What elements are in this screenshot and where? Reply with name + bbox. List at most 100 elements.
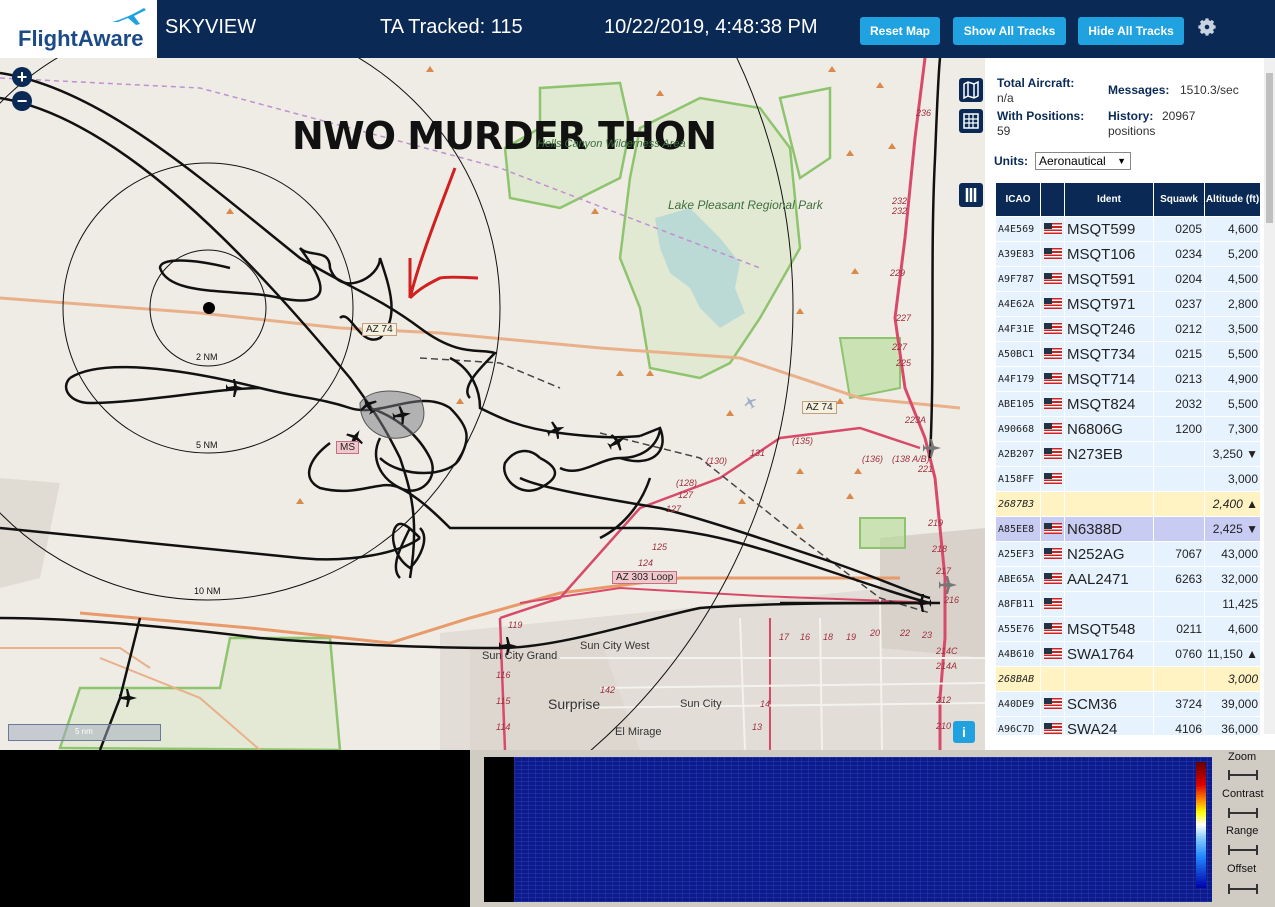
icao-cell: A4B610 (996, 642, 1040, 666)
zoom-in-icon[interactable]: + (12, 67, 32, 87)
altitude-value: 4,600 (1227, 222, 1258, 236)
us-flag-icon (1043, 623, 1062, 635)
table-row[interactable]: A9F787 MSQT591 0204 4,500 (996, 267, 1260, 291)
table-row[interactable]: A90668 N6806G 1200 7,300 (996, 417, 1260, 441)
col-flag[interactable] (1041, 183, 1064, 216)
place-sun-city-west: Sun City West (580, 640, 650, 652)
road-number: (128) (676, 478, 698, 488)
road-number: 217 (936, 566, 952, 576)
icao-cell: A50BC1 (996, 342, 1040, 366)
altitude-value: 4,500 (1227, 272, 1258, 286)
gear-icon[interactable] (1196, 16, 1218, 38)
info-icon[interactable]: i (953, 721, 975, 743)
ident-cell: SCM36 (1065, 692, 1153, 716)
squawk-cell: 1200 (1154, 417, 1204, 441)
user-annotation: NWO MURDER THON (292, 114, 717, 158)
squawk-cell: 4106 (1154, 717, 1204, 735)
col-altitude[interactable]: Altitude (ft) (1205, 183, 1260, 216)
flag-cell (1041, 492, 1064, 516)
contrast-slider[interactable] (1228, 808, 1258, 818)
ident-cell: MSQT824 (1065, 392, 1153, 416)
flag-cell (1041, 442, 1064, 466)
columns-icon[interactable] (959, 183, 983, 207)
table-row[interactable]: A96C7D SWA24 4106 36,000 (996, 717, 1260, 735)
altitude-value: 3,000 (1227, 672, 1258, 686)
icao-cell: A2B207 (996, 442, 1040, 466)
table-row[interactable]: A85EE8 N6388D 2,425 ▼ (996, 517, 1260, 541)
icao-cell: A85EE8 (996, 517, 1040, 541)
offset-slider[interactable] (1228, 884, 1258, 894)
us-flag-icon (1043, 473, 1062, 485)
road-number: 221 (918, 464, 934, 474)
altitude-trend-icon: ▼ (1246, 447, 1258, 461)
zoom-slider[interactable] (1228, 770, 1258, 780)
ident-cell (1065, 592, 1153, 616)
table-row[interactable]: ABE65A AAL2471 6263 32,000 (996, 567, 1260, 591)
table-row[interactable]: A40DE9 SCM36 3724 39,000 (996, 692, 1260, 716)
ident-cell: MSQT591 (1065, 267, 1153, 291)
table-row[interactable]: A25EF3 N252AG 7067 43,000 (996, 542, 1260, 566)
col-ident[interactable]: Ident (1065, 183, 1153, 216)
col-squawk[interactable]: Squawk (1154, 183, 1204, 216)
altitude-trend-icon: ▲ (1246, 497, 1258, 511)
place-hells-canyon: Hells Canyon Wilderness Area (537, 138, 686, 150)
place-lake-pleasant: Lake Pleasant Regional Park (668, 198, 823, 212)
ident-cell: MSQT106 (1065, 242, 1153, 266)
squawk-cell: 0204 (1154, 267, 1204, 291)
altitude-trend-icon: ▼ (1246, 522, 1258, 536)
altitude-cell: 3,500 (1205, 317, 1260, 341)
flag-cell (1041, 417, 1064, 441)
altitude-cell: 4,600 (1205, 217, 1260, 241)
road-number: 227 (896, 313, 912, 323)
road-number: (135) (792, 436, 814, 446)
squawk-cell (1154, 467, 1204, 491)
flag-cell (1041, 342, 1064, 366)
us-flag-icon (1043, 298, 1062, 310)
table-row[interactable]: ABE105 MSQT824 2032 5,500 (996, 392, 1260, 416)
messages-value: 1510.3/sec (1180, 83, 1239, 97)
altitude-cell: 43,000 (1205, 542, 1260, 566)
icao-cell: A96C7D (996, 717, 1040, 735)
flag-cell (1041, 367, 1064, 391)
ident-cell: SWA24 (1065, 717, 1153, 735)
table-row[interactable]: A4F179 MSQT714 0213 4,900 (996, 367, 1260, 391)
table-row[interactable]: 2687B3 2,400 ▲ (996, 492, 1260, 516)
map-view[interactable]: NWO MURDER THON Hells Canyon Wilderness … (0, 58, 985, 750)
table-row[interactable]: A55E76 MSQT548 0211 4,600 (996, 617, 1260, 641)
flightaware-logo[interactable]: FlightAware (0, 0, 160, 58)
table-row[interactable]: A4E62A MSQT971 0237 2,800 (996, 292, 1260, 316)
squawk-cell: 2032 (1154, 392, 1204, 416)
waterfall-display[interactable] (484, 757, 1212, 902)
map-canvas[interactable] (0, 58, 985, 750)
icao-cell: A158FF (996, 467, 1040, 491)
us-flag-icon (1043, 348, 1062, 360)
table-row[interactable]: A158FF 3,000 (996, 467, 1260, 491)
table-row[interactable]: A4E569 MSQT599 0205 4,600 (996, 217, 1260, 241)
altitude-value: 2,800 (1227, 297, 1258, 311)
hide-all-tracks-button[interactable]: Hide All Tracks (1078, 17, 1184, 45)
grid-icon[interactable] (959, 109, 983, 133)
scrollbar-thumb[interactable] (1266, 73, 1273, 223)
road-number: 232 (892, 206, 908, 216)
route-shield: MS (336, 441, 359, 454)
road-number: 236 (916, 108, 932, 118)
icao-cell: ABE105 (996, 392, 1040, 416)
road-number: 16 (800, 632, 811, 642)
zoom-out-icon[interactable]: − (12, 91, 32, 111)
table-row[interactable]: A4B610 SWA1764 0760 11,150 ▲ (996, 642, 1260, 666)
road-number: 20 (870, 628, 881, 638)
table-row[interactable]: A39E83 MSQT106 0234 5,200 (996, 242, 1260, 266)
map-layer-icon[interactable] (959, 78, 983, 102)
col-icao[interactable]: ICAO (996, 183, 1040, 216)
altitude-cell: 4,500 (1205, 267, 1260, 291)
altitude-value: 36,000 (1221, 722, 1258, 735)
units-select[interactable]: Aeronautical (1035, 152, 1131, 170)
reset-map-button[interactable]: Reset Map (860, 17, 940, 45)
table-row[interactable]: A8FB11 11,425 (996, 592, 1260, 616)
range-slider[interactable] (1228, 845, 1258, 855)
table-row[interactable]: A4F31E MSQT246 0212 3,500 (996, 317, 1260, 341)
show-all-tracks-button[interactable]: Show All Tracks (953, 17, 1066, 45)
table-row[interactable]: A50BC1 MSQT734 0215 5,500 (996, 342, 1260, 366)
table-row[interactable]: A2B207 N273EB 3,250 ▼ (996, 442, 1260, 466)
table-row[interactable]: 268BAB 3,000 (996, 667, 1260, 691)
